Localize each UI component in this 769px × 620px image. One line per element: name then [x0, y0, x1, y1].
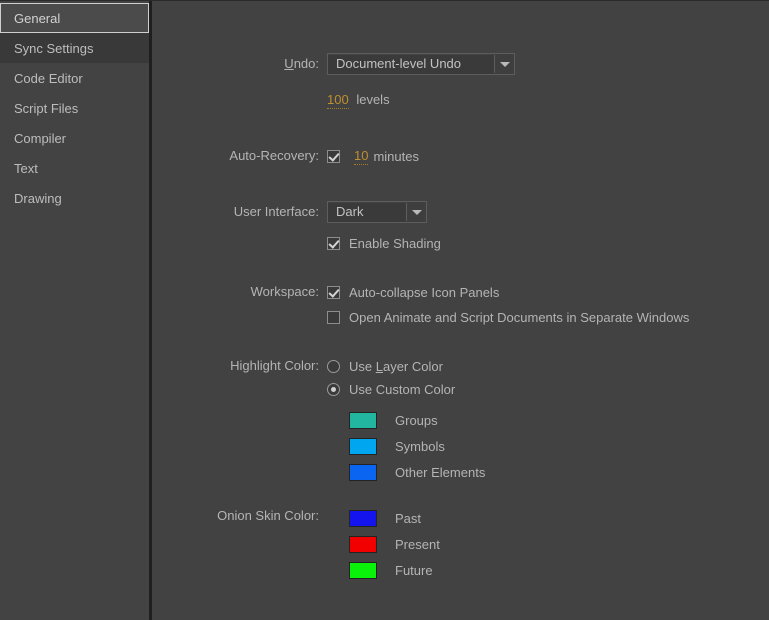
workspace-option-separate-windows: Open Animate and Script Documents in Sep…	[327, 306, 689, 328]
auto-collapse-icon-panels-label[interactable]: Auto-collapse Icon Panels	[349, 285, 499, 300]
use-layer-color-label[interactable]: Use Layer Color	[349, 359, 443, 374]
auto-recovery-row: Auto-Recovery: 10 minutes	[197, 145, 419, 167]
other-elements-color-swatch[interactable]	[349, 463, 377, 481]
highlight-use-custom-color-row: Use Custom Color	[327, 378, 485, 401]
other-elements-label: Other Elements	[395, 464, 486, 480]
enable-shading-checkbox[interactable]	[327, 236, 340, 250]
user-interface-label: User Interface:	[233, 204, 319, 219]
symbols-color-swatch[interactable]	[349, 437, 377, 455]
sidebar-item-code-editor[interactable]: Code Editor	[0, 63, 149, 93]
undo-mode-value: Document-level Undo	[336, 56, 462, 71]
undo-label: Undo:	[197, 53, 327, 75]
highlight-color-row: Highlight Color: Use Layer Color Use Cus…	[197, 355, 485, 485]
use-layer-color-label-accelerator: L	[375, 359, 383, 374]
past-color-swatch[interactable]	[349, 509, 377, 527]
preferences-category-list: General Sync Settings Code Editor Script…	[0, 1, 152, 620]
workspace-row: Workspace: Auto-collapse Icon Panels Ope…	[197, 281, 690, 328]
chevron-down-icon[interactable]	[495, 54, 514, 74]
groups-label: Groups	[395, 412, 438, 428]
highlight-symbols-row: Symbols	[349, 433, 485, 459]
present-color-swatch[interactable]	[349, 535, 377, 553]
undo-levels-unit: levels	[356, 92, 390, 107]
future-label: Future	[395, 562, 433, 578]
use-layer-color-radio[interactable]	[327, 360, 340, 373]
auto-recovery-minutes-input[interactable]: 10	[354, 148, 369, 165]
highlight-groups-row: Groups	[349, 407, 485, 433]
highlight-color-label: Highlight Color:	[230, 358, 319, 373]
sidebar-item-label: Script Files	[14, 101, 79, 116]
onion-skin-color-row: Onion Skin Color: Past Present Future	[197, 505, 440, 583]
sidebar-item-label: Code Editor	[14, 71, 83, 86]
sidebar-item-label: General	[14, 11, 61, 26]
undo-label-accelerator: U	[284, 56, 294, 71]
auto-recovery-label: Auto-Recovery:	[229, 148, 319, 163]
use-custom-color-radio[interactable]	[327, 383, 340, 396]
preferences-window: General Sync Settings Code Editor Script…	[0, 0, 769, 620]
onion-skin-past-row: Past	[349, 505, 440, 531]
chevron-down-icon[interactable]	[407, 202, 426, 222]
sidebar-item-general[interactable]: General	[0, 3, 149, 33]
user-interface-theme-dropdown[interactable]: Dark	[327, 201, 427, 223]
use-custom-color-label[interactable]: Use Custom Color	[349, 382, 455, 397]
general-settings-panel: Undo: Document-level Undo 100 levels Aut…	[152, 1, 769, 620]
onion-skin-color-label: Onion Skin Color:	[217, 508, 319, 523]
sidebar-item-compiler[interactable]: Compiler	[0, 123, 149, 153]
highlight-use-layer-color-row: Use Layer Color	[327, 355, 485, 378]
separate-windows-checkbox[interactable]	[327, 310, 340, 324]
enable-shading-row: Enable Shading	[197, 232, 441, 254]
highlight-other-elements-row: Other Elements	[349, 459, 485, 485]
past-label: Past	[395, 510, 422, 526]
workspace-label: Workspace:	[250, 284, 319, 299]
sidebar-item-text[interactable]: Text	[0, 153, 149, 183]
separate-windows-label[interactable]: Open Animate and Script Documents in Sep…	[349, 310, 689, 325]
symbols-label: Symbols	[395, 438, 445, 454]
auto-recovery-checkbox[interactable]	[327, 149, 340, 163]
enable-shading-label[interactable]: Enable Shading	[349, 236, 441, 251]
onion-skin-present-row: Present	[349, 531, 440, 557]
sidebar-item-label: Sync Settings	[14, 41, 94, 56]
present-label: Present	[395, 536, 440, 552]
use-layer-color-label-prefix: Use	[349, 359, 376, 374]
sidebar-item-label: Compiler	[14, 131, 67, 146]
future-color-swatch[interactable]	[349, 561, 377, 579]
sidebar-item-drawing[interactable]: Drawing	[0, 183, 149, 213]
user-interface-theme-value: Dark	[336, 204, 364, 219]
undo-levels-input[interactable]: 100	[327, 92, 349, 109]
undo-levels-row: 100 levels	[197, 89, 390, 111]
auto-collapse-icon-panels-checkbox[interactable]	[327, 285, 340, 299]
onion-skin-future-row: Future	[349, 557, 440, 583]
sidebar-item-label: Text	[14, 161, 38, 176]
use-layer-color-label-suffix: ayer Color	[382, 359, 443, 374]
sidebar-item-label: Drawing	[14, 191, 62, 206]
auto-recovery-minutes-unit: minutes	[373, 148, 419, 164]
undo-row: Undo: Document-level Undo	[197, 53, 515, 75]
sidebar-item-sync-settings[interactable]: Sync Settings	[0, 33, 149, 63]
user-interface-row: User Interface: Dark	[197, 201, 427, 223]
workspace-option-auto-collapse: Auto-collapse Icon Panels	[327, 281, 689, 303]
groups-color-swatch[interactable]	[349, 411, 377, 429]
undo-mode-dropdown[interactable]: Document-level Undo	[327, 53, 515, 75]
sidebar-item-script-files[interactable]: Script Files	[0, 93, 149, 123]
undo-label-text: ndo:	[293, 56, 319, 71]
